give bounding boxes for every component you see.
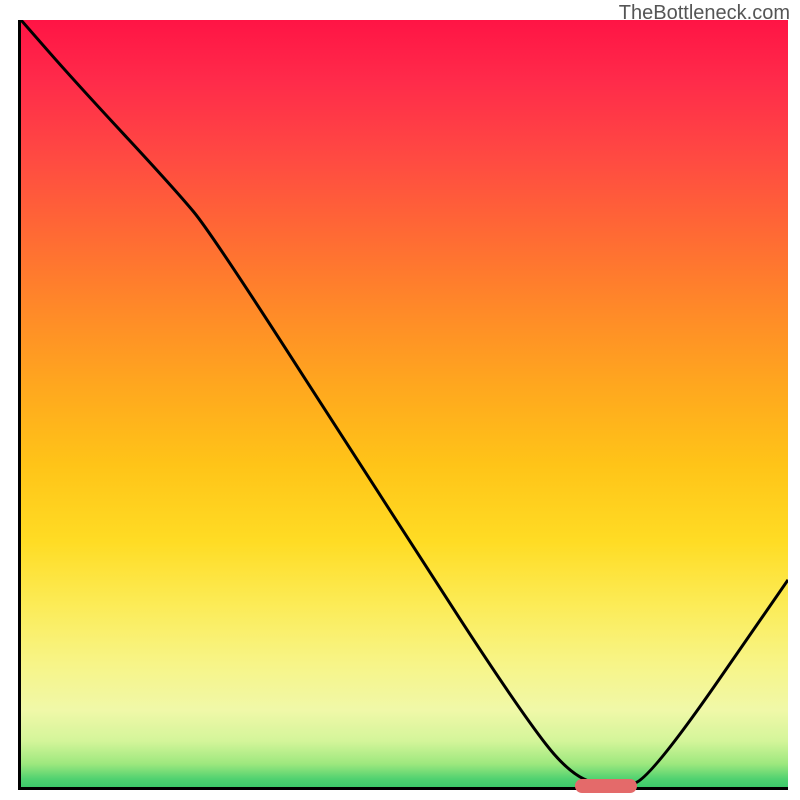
watermark-text: TheBottleneck.com (619, 2, 790, 25)
bottleneck-curve-svg (21, 20, 788, 787)
chart-plot-area (18, 20, 788, 790)
optimal-marker (575, 779, 637, 793)
bottleneck-curve-path (21, 20, 788, 785)
